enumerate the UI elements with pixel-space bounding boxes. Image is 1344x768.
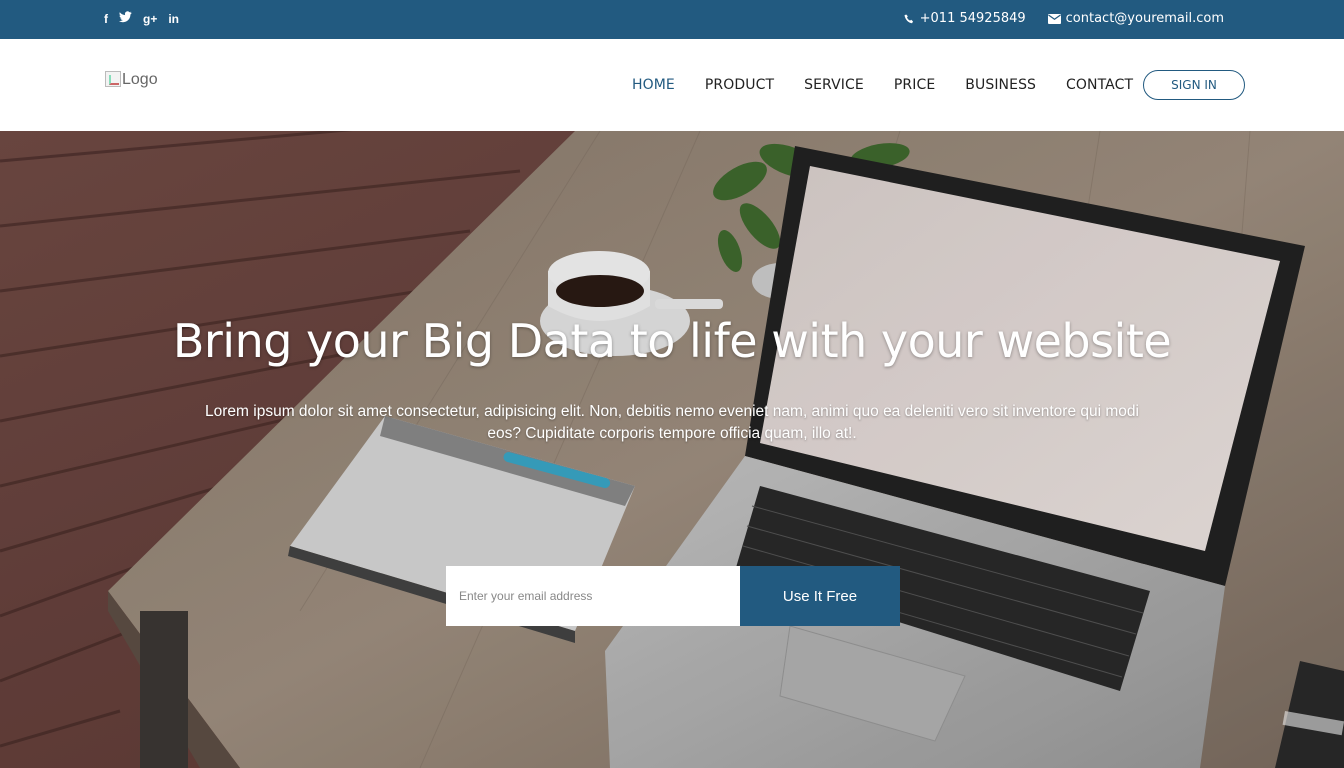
nav-item-contact[interactable]: CONTACT bbox=[1066, 77, 1133, 93]
contact-info: +011 54925849 contact@youremail.com bbox=[904, 11, 1224, 27]
envelope-icon bbox=[1047, 14, 1061, 24]
hero-title: Bring your Big Data to life with your we… bbox=[172, 314, 1172, 368]
email-input[interactable] bbox=[446, 566, 740, 626]
twitter-icon[interactable] bbox=[119, 11, 132, 27]
facebook-icon[interactable]: f bbox=[104, 11, 108, 27]
social-links: f g+ in bbox=[104, 11, 179, 27]
nav-item-business[interactable]: BUSINESS bbox=[965, 77, 1036, 93]
linkedin-icon[interactable]: in bbox=[168, 11, 179, 27]
google-plus-icon[interactable]: g+ bbox=[143, 11, 157, 27]
email-address: contact@youremail.com bbox=[1065, 11, 1224, 26]
logo-alt-text: Logo bbox=[122, 71, 158, 88]
nav-item-product[interactable]: PRODUCT bbox=[705, 77, 774, 93]
nav-item-home[interactable]: HOME bbox=[632, 77, 675, 93]
nav-item-price[interactable]: PRICE bbox=[894, 77, 935, 93]
phone-icon bbox=[904, 14, 913, 23]
phone-number: +011 54925849 bbox=[919, 11, 1026, 26]
use-it-free-button[interactable]: Use It Free bbox=[740, 566, 900, 626]
signup-form: Use It Free bbox=[446, 566, 900, 626]
phone-contact[interactable]: +011 54925849 bbox=[904, 11, 1026, 27]
logo[interactable]: Logo bbox=[105, 71, 158, 89]
email-contact[interactable]: contact@youremail.com bbox=[1047, 11, 1224, 27]
hero-overlay bbox=[0, 131, 1344, 768]
hero-description: Lorem ipsum dolor sit amet consectetur, … bbox=[205, 403, 1139, 442]
nav-item-service[interactable]: SERVICE bbox=[804, 77, 864, 93]
main-nav: HOME PRODUCT SERVICE PRICE BUSINESS CONT… bbox=[632, 77, 1133, 93]
sign-in-button[interactable]: SIGN IN bbox=[1143, 70, 1245, 100]
header: Logo HOME PRODUCT SERVICE PRICE BUSINESS… bbox=[0, 39, 1344, 131]
hero: Bring your Big Data to life with your we… bbox=[0, 131, 1344, 768]
broken-image-icon bbox=[105, 71, 121, 87]
top-bar: f g+ in +011 54925849 contact@youremail.… bbox=[0, 0, 1344, 39]
